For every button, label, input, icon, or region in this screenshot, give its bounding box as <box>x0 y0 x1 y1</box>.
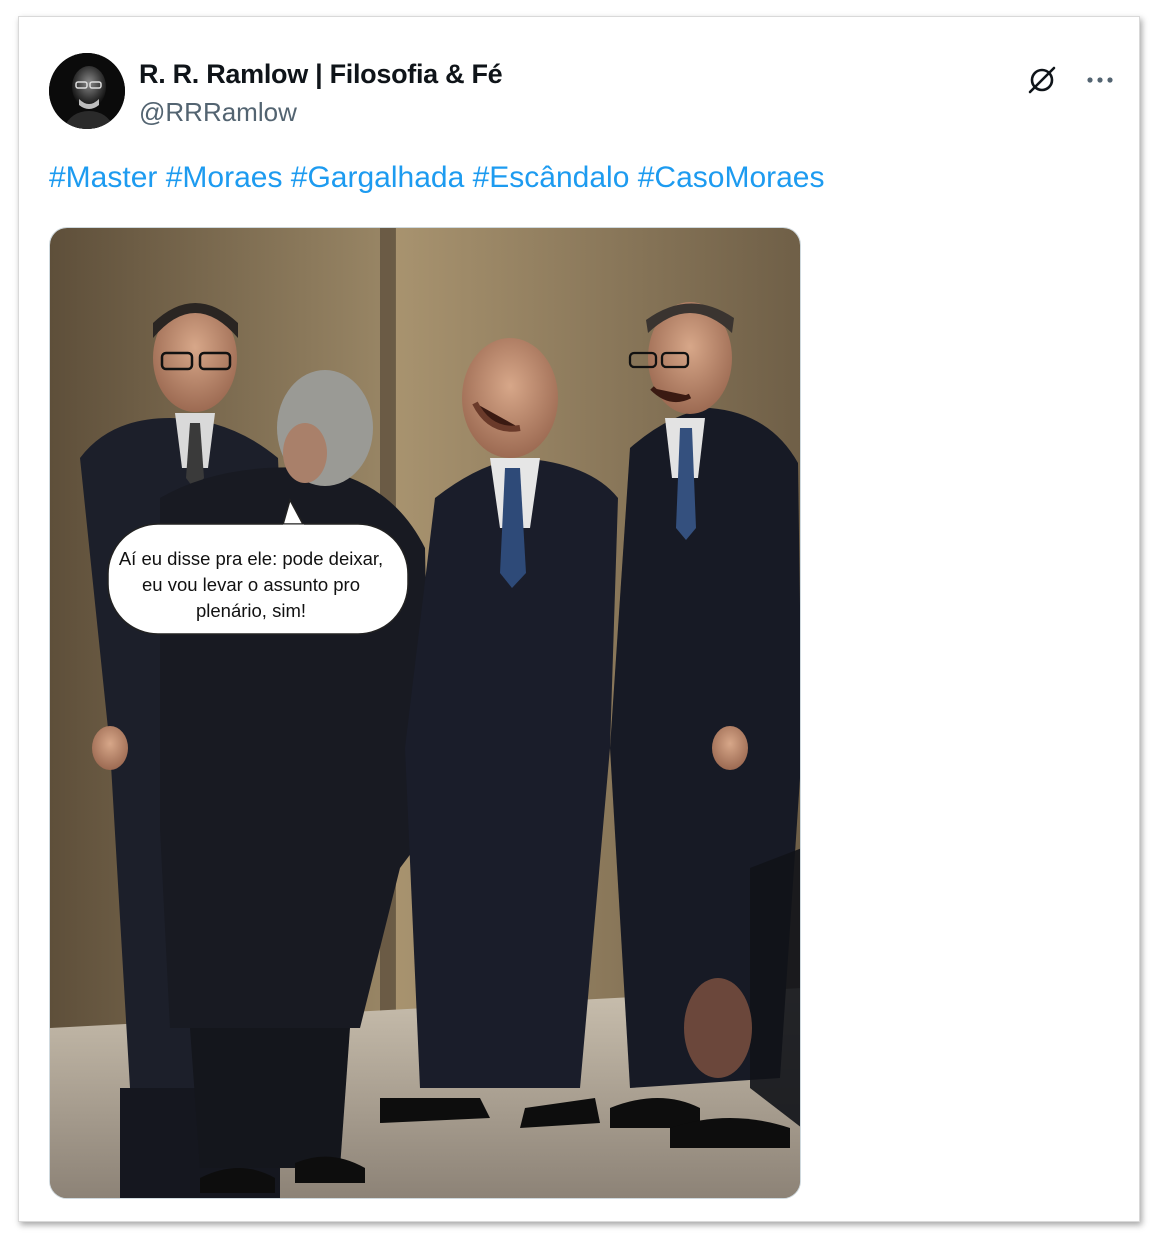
tweet-actions <box>1023 61 1119 99</box>
author-handle[interactable]: @RRRamlow <box>139 97 297 128</box>
hashtag-link[interactable]: #Escândalo <box>473 161 630 194</box>
speech-bubble-text: Aí eu disse pra ele: pode deixar, eu vou… <box>118 548 384 621</box>
photo-scene <box>50 228 800 1198</box>
hashtag-link[interactable]: #CasoMoraes <box>638 161 825 194</box>
tweet-card: R. R. Ramlow | Filosofia & Fé @RRRamlow … <box>18 16 1140 1222</box>
avatar[interactable] <box>49 53 125 129</box>
post-image[interactable]: Aí eu disse pra ele: pode deixar, eu vou… <box>49 227 801 1199</box>
avatar-photo <box>49 53 125 129</box>
post-text: #Master #Moraes #Gargalhada #Escândalo #… <box>49 161 825 195</box>
hashtag-link[interactable]: #Master <box>49 161 157 194</box>
author-display-name[interactable]: R. R. Ramlow | Filosofia & Fé <box>139 59 503 90</box>
grok-icon[interactable] <box>1023 61 1061 99</box>
hashtag-link[interactable]: #Gargalhada <box>291 161 464 194</box>
more-options-icon[interactable] <box>1081 61 1119 99</box>
hashtag-link[interactable]: #Moraes <box>166 161 283 194</box>
